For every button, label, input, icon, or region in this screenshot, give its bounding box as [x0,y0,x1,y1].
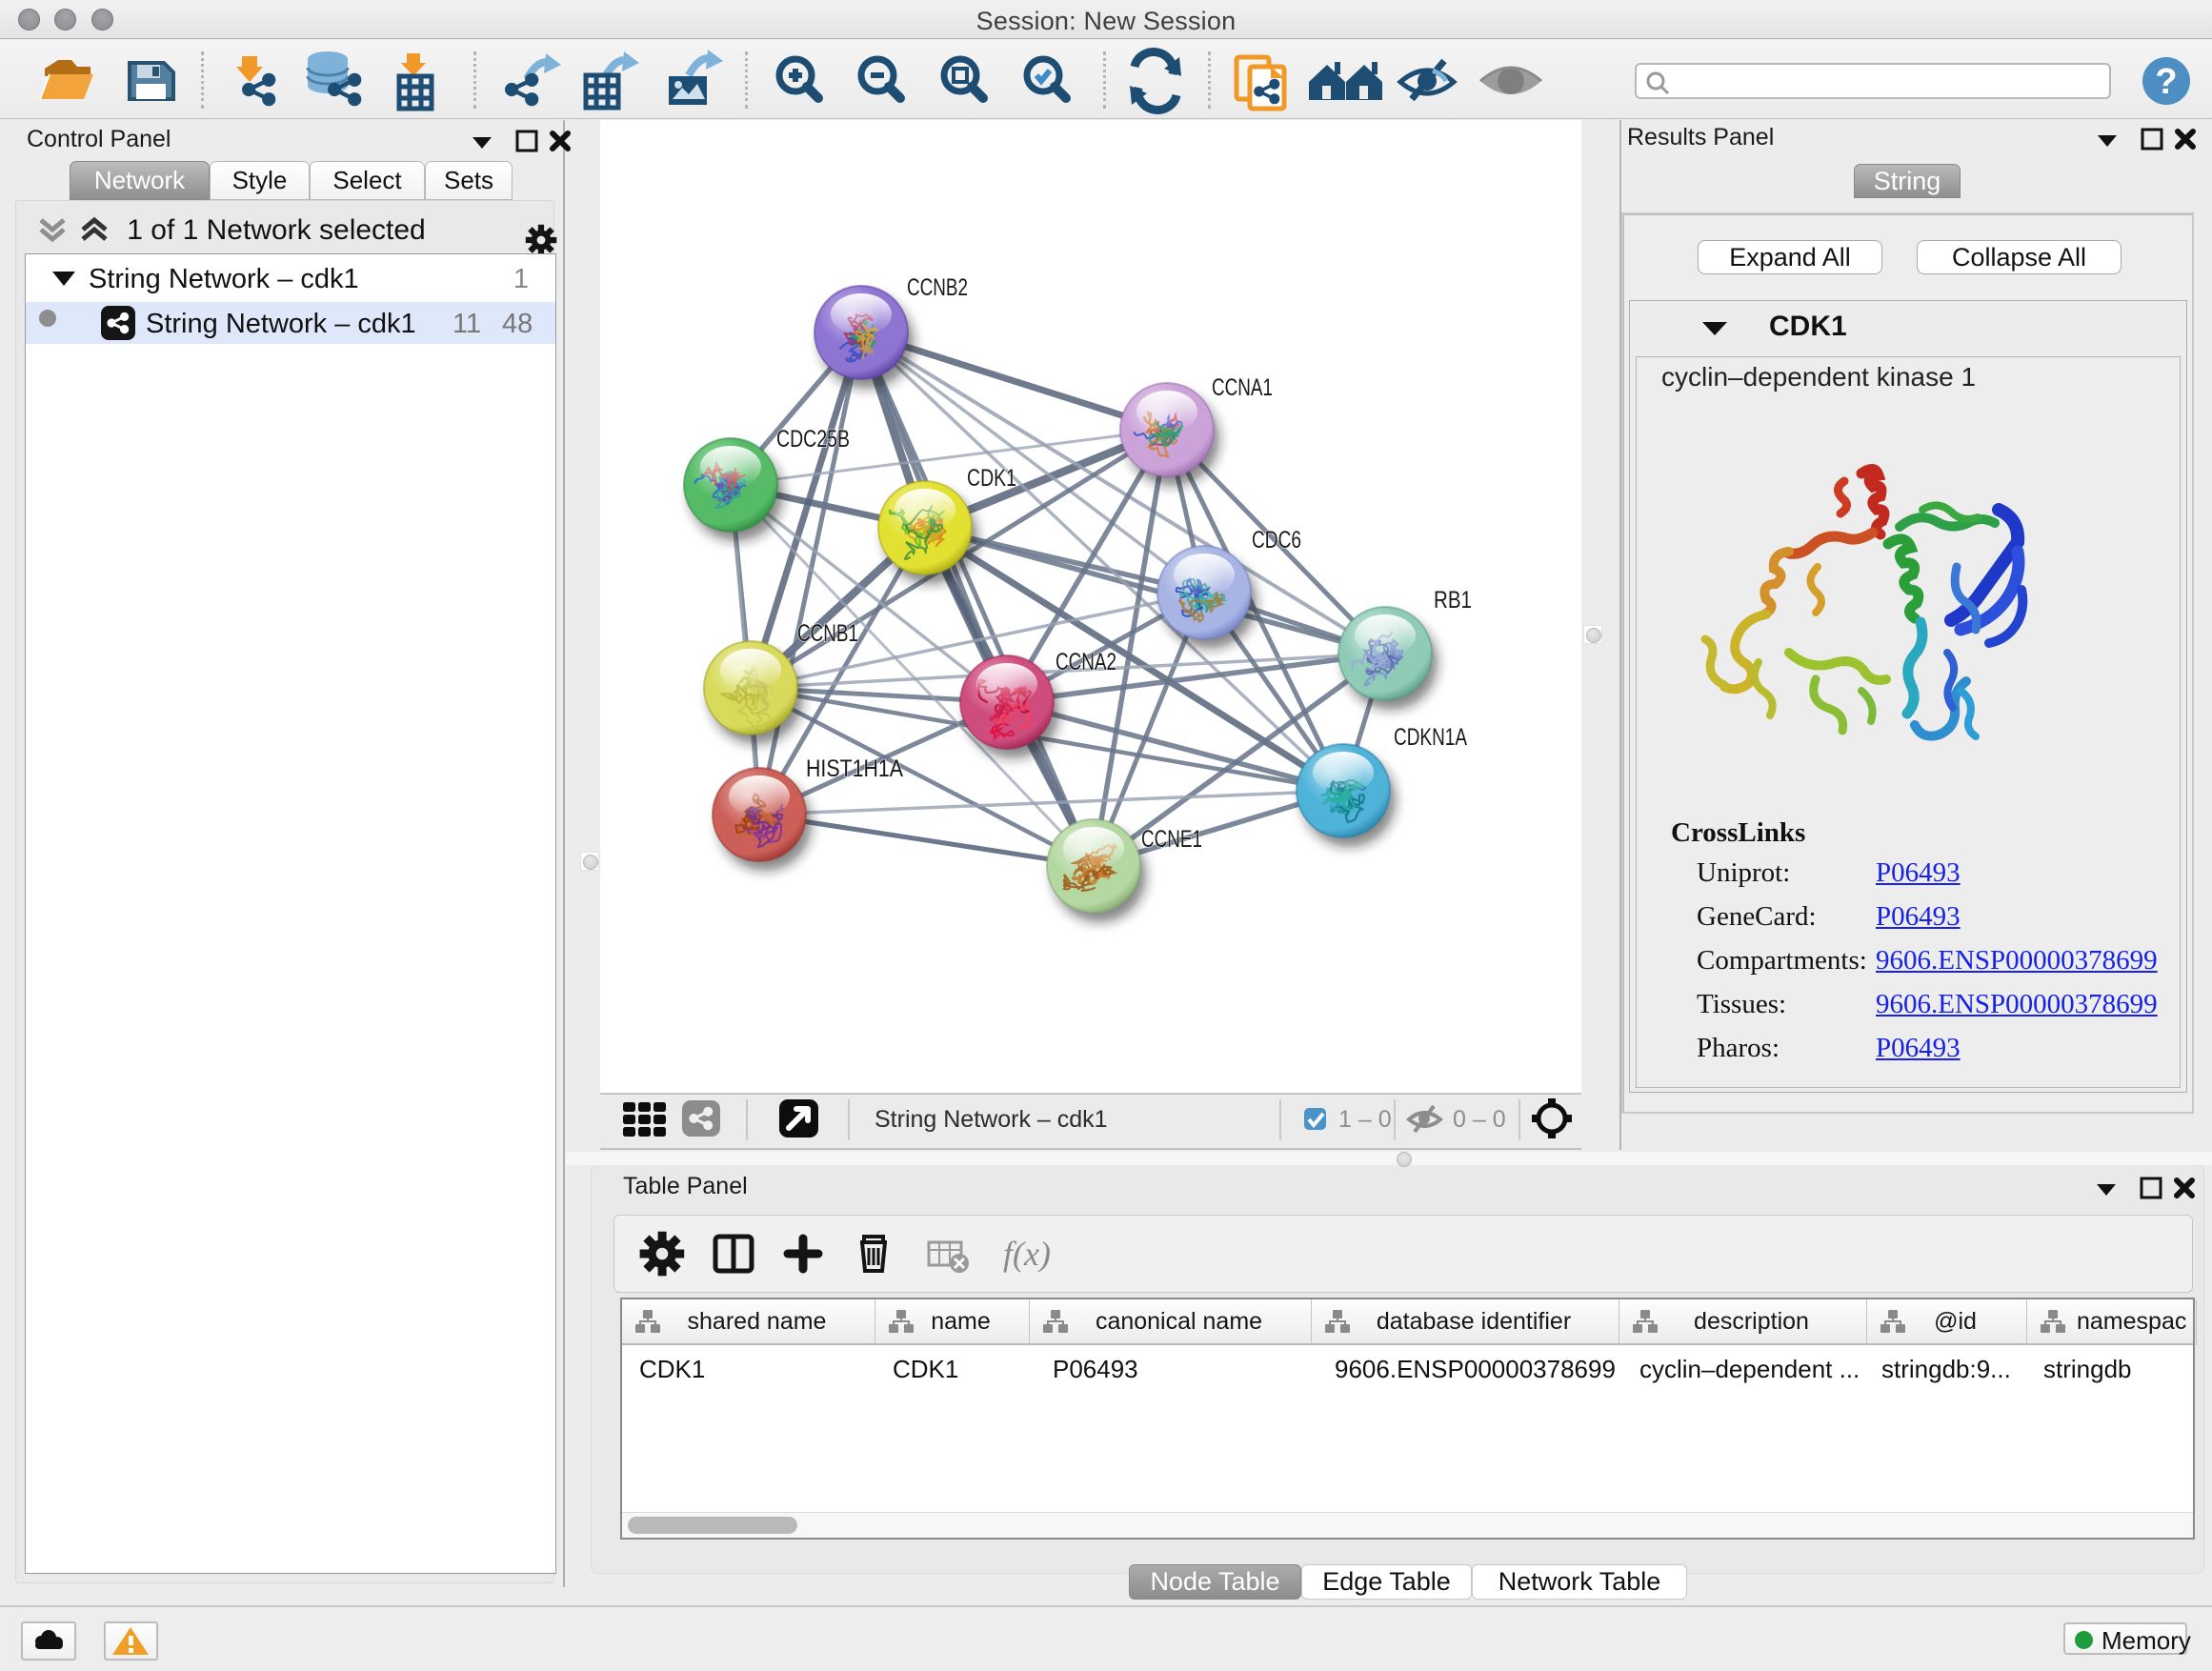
svg-text:RB1: RB1 [1434,587,1472,614]
svg-text:CDKN1A: CDKN1A [1394,724,1467,751]
svg-text:CCNB1: CCNB1 [797,620,858,647]
svg-text:0 – 0: 0 – 0 [1453,1106,1506,1133]
svg-text:f(x): f(x) [1003,1235,1051,1273]
svg-text:?: ? [2155,62,2177,102]
svg-text:CDK1: CDK1 [967,465,1016,492]
svg-text:CCNA2: CCNA2 [1056,649,1116,675]
svg-text:String Network – cdk1: String Network – cdk1 [875,1106,1108,1133]
svg-text:CCNB2: CCNB2 [907,274,968,301]
svg-text:HIST1H1A: HIST1H1A [806,755,903,782]
svg-text:CDC25B: CDC25B [776,426,850,453]
svg-text:CCNE1: CCNE1 [1141,826,1202,853]
svg-text:1 – 0: 1 – 0 [1338,1106,1392,1133]
svg-text:CCNA1: CCNA1 [1212,374,1273,401]
svg-text:CDC6: CDC6 [1252,527,1301,554]
